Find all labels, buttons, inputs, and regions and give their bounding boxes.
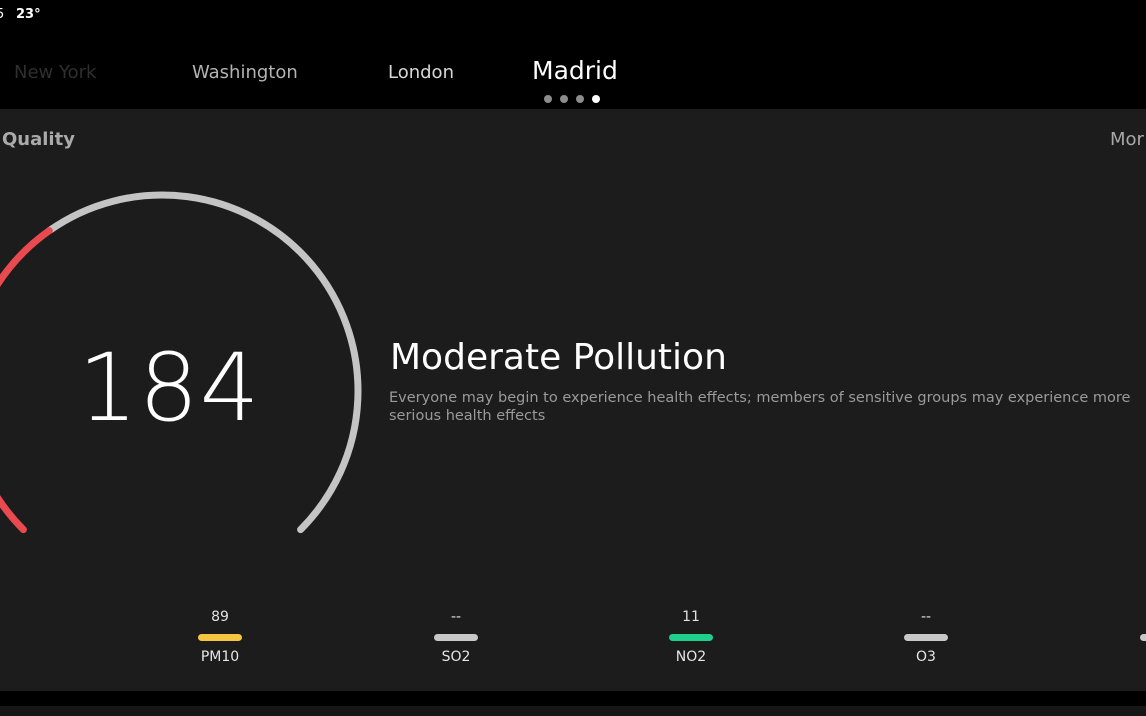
pollutant-name: NO2 xyxy=(675,649,707,665)
pollutant-bar xyxy=(669,634,713,641)
gauge-fill xyxy=(0,227,53,534)
tab-new-york[interactable]: New York xyxy=(14,62,96,83)
page-dot-2[interactable] xyxy=(560,95,568,103)
bottom-divider xyxy=(0,706,1146,716)
pollutant-bar xyxy=(434,634,478,641)
pollutant-bar xyxy=(1140,634,1146,641)
pollutant-item-no2[interactable]: 11 NO2 xyxy=(641,609,741,665)
status-signal-text: 5 xyxy=(0,7,5,22)
pollutant-value: -- xyxy=(920,609,932,625)
pollutant-bar xyxy=(904,634,948,641)
page-dot-1[interactable] xyxy=(544,95,552,103)
page-dot-4-active[interactable] xyxy=(592,95,600,103)
city-tabs: New York Washington London Madrid xyxy=(0,34,1146,108)
pollutant-name: O3 xyxy=(916,649,936,665)
air-quality-card: Quality Mor 184 Moderate Pollution Every… xyxy=(0,109,1146,691)
pollutant-item-so2[interactable]: -- SO2 xyxy=(406,609,506,665)
pollutant-item-o3[interactable]: -- O3 xyxy=(876,609,976,665)
pollutant-name: 5 xyxy=(0,649,28,665)
pollutant-item[interactable]: 5 xyxy=(0,609,28,665)
page-indicator xyxy=(544,95,608,103)
pollution-description: Everyone may begin to experience health … xyxy=(389,390,1131,424)
aqi-value: 184 xyxy=(78,334,261,443)
pollutant-value: -- xyxy=(450,609,462,625)
bottom-bar xyxy=(0,691,1146,716)
status-bar: 5 23° xyxy=(0,0,1146,34)
pollutant-name: PM10 xyxy=(200,649,240,665)
tab-madrid[interactable]: Madrid xyxy=(532,56,618,85)
page-dot-3[interactable] xyxy=(576,95,584,103)
pollutant-item[interactable] xyxy=(1096,609,1146,649)
card-title: Quality xyxy=(2,129,75,150)
status-temperature: 23° xyxy=(16,7,41,22)
pollutant-value xyxy=(0,609,28,627)
pollutant-value: 11 xyxy=(682,609,700,625)
pollution-level: Moderate Pollution xyxy=(390,337,727,378)
pollutant-bar xyxy=(198,634,242,641)
tab-washington[interactable]: Washington xyxy=(192,62,298,83)
pollutant-name: SO2 xyxy=(441,649,471,665)
tab-london[interactable]: London xyxy=(388,62,454,83)
more-link[interactable]: Mor xyxy=(1110,129,1144,150)
pollutant-value: 89 xyxy=(211,609,229,625)
pollutant-value xyxy=(1096,609,1146,627)
pollutant-item-pm10[interactable]: 89 PM10 xyxy=(170,609,270,665)
